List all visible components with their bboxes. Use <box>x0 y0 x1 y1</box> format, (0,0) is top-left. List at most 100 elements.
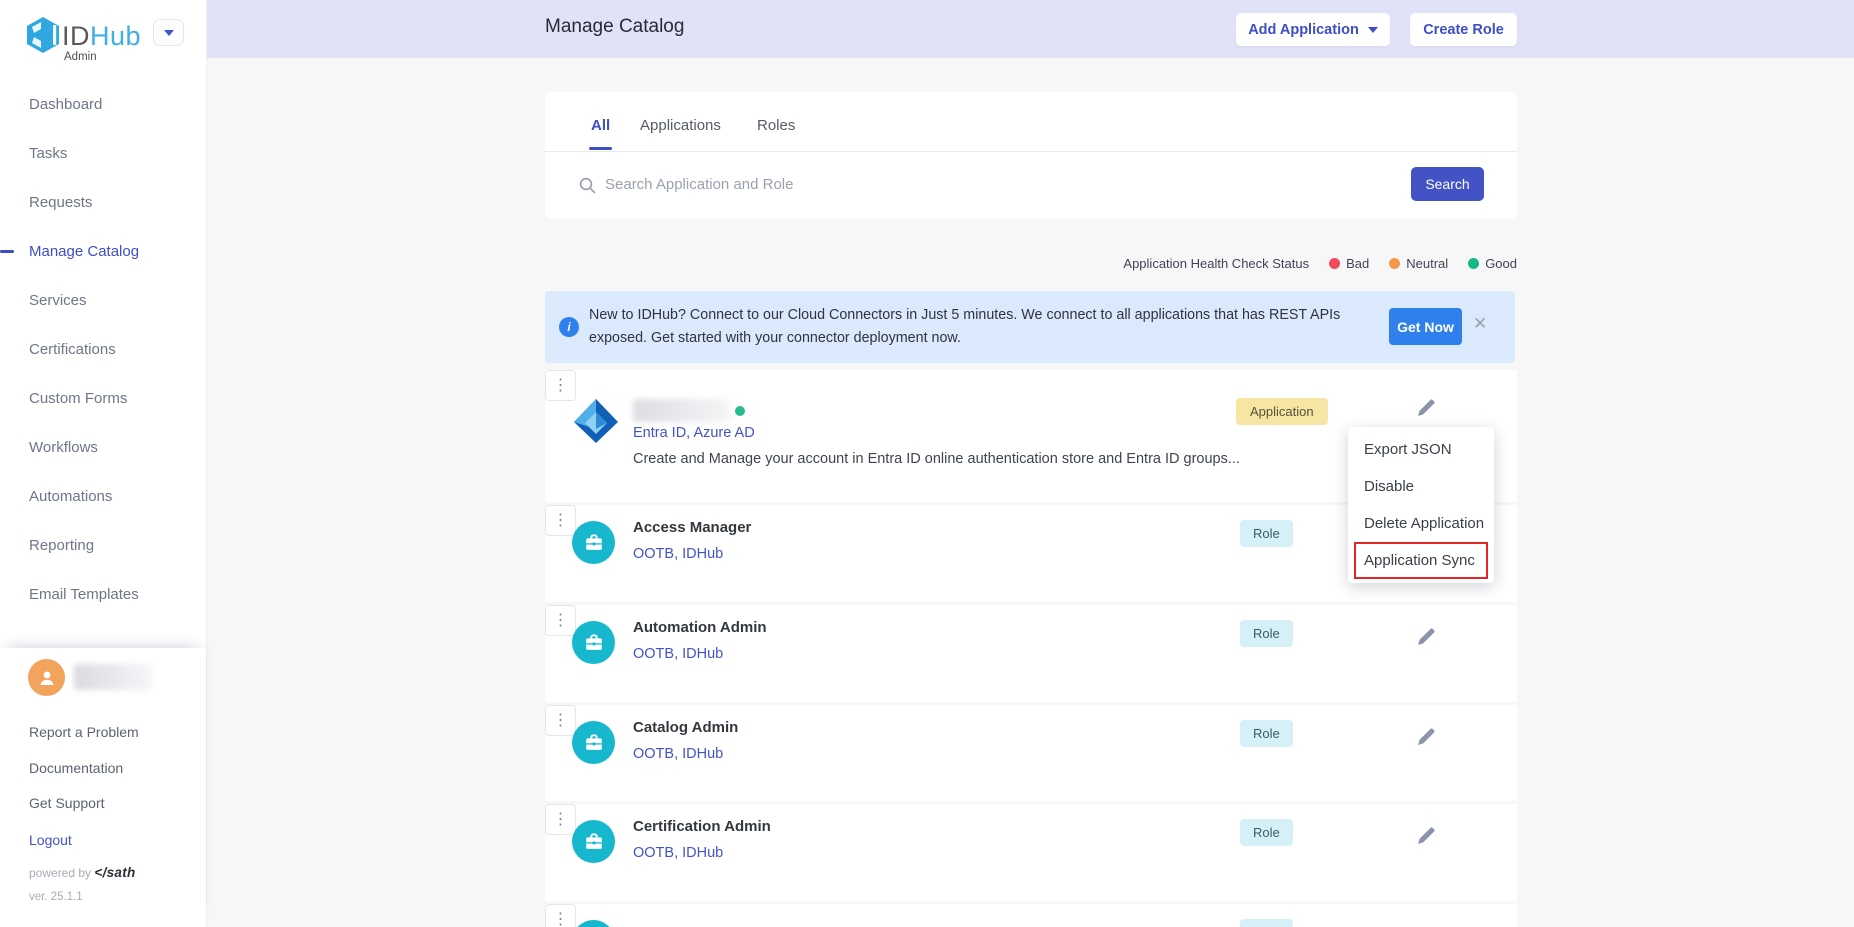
role-title: Automation Admin <box>633 619 767 636</box>
sidebar-item-dashboard[interactable]: Dashboard <box>0 80 207 129</box>
health-status-dot-icon <box>735 406 745 416</box>
role-briefcase-icon <box>572 820 615 863</box>
row-actions-menu-button[interactable]: ⋮ <box>545 705 576 736</box>
legend-item-bad: Bad <box>1329 256 1369 271</box>
row-actions-menu-button[interactable]: ⋮ <box>545 505 576 536</box>
cloud-connector-banner: i New to IDHub? Connect to our Cloud Con… <box>545 291 1515 363</box>
row-actions-context-menu: Export JSON Disable Delete Application A… <box>1348 427 1494 583</box>
health-check-legend: Application Health Check Status Bad Neut… <box>545 256 1517 271</box>
application-badge: Application <box>1236 398 1328 425</box>
good-status-dot-icon <box>1468 258 1479 269</box>
role-tags-link[interactable]: OOTB, IDHub <box>633 646 723 662</box>
application-tags-link[interactable]: Entra ID, Azure AD <box>633 425 755 441</box>
catalog-toolbar-card: All Applications Roles Search <box>545 92 1517 219</box>
sidebar-item-reporting[interactable]: Reporting <box>0 521 207 570</box>
sidebar-item-services[interactable]: Services <box>0 276 207 325</box>
sath-logo: </sath <box>94 865 135 880</box>
pencil-icon <box>1415 726 1437 748</box>
info-icon: i <box>559 317 579 337</box>
active-tab-indicator <box>589 147 612 150</box>
search-button[interactable]: Search <box>1411 167 1484 201</box>
divider <box>545 151 1517 152</box>
version-label: ver. 25.1.1 <box>29 891 83 903</box>
catalog-row-role: Automation Admin OOTB, IDHub Role ⋮ <box>545 605 1517 702</box>
idhub-logo-icon <box>26 16 60 54</box>
bad-status-dot-icon <box>1329 258 1340 269</box>
catalog-row-role-partial: Role ⋮ <box>545 904 1517 927</box>
role-tags-link[interactable]: OOTB, IDHub <box>633 845 723 861</box>
role-tags-link[interactable]: OOTB, IDHub <box>633 546 723 562</box>
person-icon <box>37 668 57 688</box>
row-actions-menu-button[interactable]: ⋮ <box>545 904 576 927</box>
page-title: Manage Catalog <box>545 16 684 38</box>
sidebar: IDHub Admin Dashboard Tasks Requests Man… <box>0 0 207 927</box>
role-badge: Role <box>1240 919 1293 927</box>
sidebar-item-tasks[interactable]: Tasks <box>0 129 207 178</box>
create-role-button[interactable]: Create Role <box>1410 13 1517 46</box>
role-briefcase-icon <box>572 521 615 564</box>
role-title: Access Manager <box>633 519 751 536</box>
logout-link[interactable]: Logout <box>29 832 72 848</box>
role-briefcase-icon <box>572 621 615 664</box>
tab-all[interactable]: All <box>591 117 610 134</box>
menu-item-disable[interactable]: Disable <box>1348 468 1494 505</box>
brand-name: IDHub <box>62 21 141 52</box>
sidebar-item-email-templates[interactable]: Email Templates <box>0 570 207 619</box>
role-badge: Role <box>1240 819 1293 846</box>
catalog-row-role: Certification Admin OOTB, IDHub Role ⋮ <box>545 804 1517 901</box>
application-name-redacted <box>633 399 730 422</box>
role-briefcase-icon <box>572 920 615 927</box>
menu-item-export-json[interactable]: Export JSON <box>1348 431 1494 468</box>
role-tags-link[interactable]: OOTB, IDHub <box>633 746 723 762</box>
pencil-icon <box>1415 626 1437 648</box>
catalog-row-role: Catalog Admin OOTB, IDHub Role ⋮ <box>545 705 1517 801</box>
sidebar-item-workflows[interactable]: Workflows <box>0 423 207 472</box>
chevron-down-icon <box>164 30 174 36</box>
sidebar-item-certifications[interactable]: Certifications <box>0 325 207 374</box>
role-badge: Role <box>1240 620 1293 647</box>
search-icon <box>579 177 596 194</box>
sidebar-item-automations[interactable]: Automations <box>0 472 207 521</box>
sidebar-item-custom-forms[interactable]: Custom Forms <box>0 374 207 423</box>
user-name-redacted <box>74 664 152 690</box>
menu-item-application-sync[interactable]: Application Sync <box>1354 542 1488 579</box>
brand-switcher-button[interactable] <box>153 19 184 46</box>
app-root: IDHub Admin Dashboard Tasks Requests Man… <box>0 0 1854 927</box>
application-description: Create and Manage your account in Entra … <box>633 451 1240 467</box>
brand-area: IDHub Admin <box>0 0 207 70</box>
documentation-link[interactable]: Documentation <box>29 760 123 776</box>
report-problem-link[interactable]: Report a Problem <box>29 724 139 740</box>
edit-button[interactable] <box>1415 626 1437 651</box>
edit-button[interactable] <box>1415 825 1437 850</box>
get-now-button[interactable]: Get Now <box>1389 308 1462 345</box>
brand-subtitle: Admin <box>64 51 97 63</box>
add-application-button[interactable]: Add Application <box>1236 13 1390 46</box>
role-badge: Role <box>1240 520 1293 547</box>
tab-roles[interactable]: Roles <box>757 117 795 134</box>
page-header: Manage Catalog Add Application Create Ro… <box>207 0 1854 58</box>
menu-item-delete-application[interactable]: Delete Application <box>1348 505 1494 542</box>
powered-by: powered by </sath <box>29 865 136 880</box>
sidebar-item-manage-catalog[interactable]: Manage Catalog <box>0 227 207 276</box>
edit-button[interactable] <box>1415 726 1437 751</box>
edit-button[interactable] <box>1415 397 1437 422</box>
user-avatar[interactable] <box>28 659 65 696</box>
legend-item-neutral: Neutral <box>1389 256 1448 271</box>
sidebar-nav: Dashboard Tasks Requests Manage Catalog … <box>0 80 207 619</box>
legend-label: Application Health Check Status <box>1123 256 1309 271</box>
entra-id-logo-icon <box>571 396 621 446</box>
get-support-link[interactable]: Get Support <box>29 795 105 811</box>
legend-item-good: Good <box>1468 256 1517 271</box>
pencil-icon <box>1415 397 1437 419</box>
pencil-icon <box>1415 825 1437 847</box>
close-icon[interactable]: ✕ <box>1473 315 1487 332</box>
neutral-status-dot-icon <box>1389 258 1400 269</box>
row-actions-menu-button[interactable]: ⋮ <box>545 605 576 636</box>
search-input[interactable] <box>605 167 1385 201</box>
role-title: Certification Admin <box>633 818 771 835</box>
row-actions-menu-button[interactable]: ⋮ <box>545 804 576 835</box>
sidebar-footer: Report a Problem Documentation Get Suppo… <box>0 648 206 927</box>
sidebar-item-requests[interactable]: Requests <box>0 178 207 227</box>
chevron-down-icon <box>1368 27 1378 33</box>
tab-applications[interactable]: Applications <box>640 117 721 134</box>
